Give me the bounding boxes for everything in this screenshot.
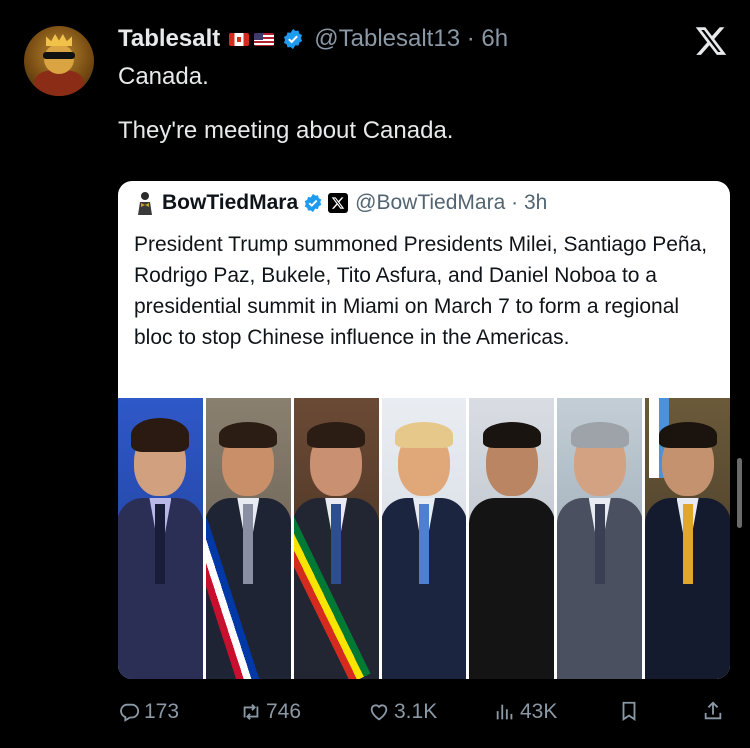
like-icon — [370, 704, 388, 721]
repost-icon — [243, 704, 259, 720]
tweet-actions-bar: 173 746 3.1K 43K — [118, 700, 730, 726]
quoted-author-handle: @BowTiedMara · 3h — [355, 191, 548, 214]
quoted-tweet-header: BowTiedMara @BowTiedMara · 3h — [134, 191, 547, 215]
reply-button[interactable]: 173 — [118, 700, 179, 724]
verified-badge-icon[interactable] — [282, 28, 304, 50]
photo-panel — [118, 398, 203, 679]
like-count: 3.1K — [394, 700, 438, 723]
bookmark-icon — [622, 701, 636, 721]
bowtie-avatar-icon — [138, 192, 152, 215]
repost-button[interactable]: 746 — [240, 700, 301, 724]
photo-panel — [205, 398, 291, 679]
canada-flag-icon — [229, 32, 250, 46]
repost-count: 746 — [266, 700, 302, 723]
share-icon — [704, 701, 722, 720]
separator: · — [466, 25, 475, 52]
photo-panel — [381, 398, 467, 679]
tweet-header: Tablesalt @Tablesalt13 · 6h — [118, 24, 508, 54]
views-icon — [496, 704, 513, 720]
tweet-time: 6h — [481, 25, 509, 52]
quoted-author-name[interactable]: BowTiedMara — [162, 191, 298, 215]
scrollbar[interactable] — [737, 458, 742, 528]
photo-panel — [645, 398, 730, 679]
share-button[interactable] — [702, 700, 728, 722]
verified-badge-icon — [304, 193, 322, 213]
photo-panel — [557, 398, 643, 679]
photo-panel — [293, 398, 379, 679]
tweet-text-line: They're meeting about Canada. — [118, 117, 454, 144]
usa-flag-icon — [254, 32, 275, 46]
author-name[interactable]: Tablesalt — [118, 25, 220, 53]
view-count: 43K — [520, 700, 558, 723]
like-button[interactable]: 3.1K — [368, 700, 437, 724]
x-logo-icon[interactable] — [694, 24, 728, 58]
presidents-photo-collage[interactable] — [118, 398, 730, 679]
quoted-tweet-text: President Trump summoned Presidents Mile… — [134, 233, 708, 349]
quoted-tweet-card[interactable]: BowTiedMara @BowTiedMara · 3h President … — [118, 181, 730, 679]
x-affiliation-icon — [328, 193, 349, 213]
tweet-text: Canada. They're meeting about Canada. — [118, 62, 453, 146]
author-handle[interactable]: @Tablesalt13 · 6h — [314, 25, 508, 53]
reply-icon — [120, 703, 140, 722]
views-button[interactable]: 43K — [494, 700, 557, 724]
author-avatar[interactable] — [24, 26, 94, 96]
tweet-text-line: Canada. — [118, 63, 209, 90]
bookmark-button[interactable] — [618, 700, 644, 722]
reply-count: 173 — [144, 700, 180, 723]
photo-panel — [469, 398, 555, 679]
